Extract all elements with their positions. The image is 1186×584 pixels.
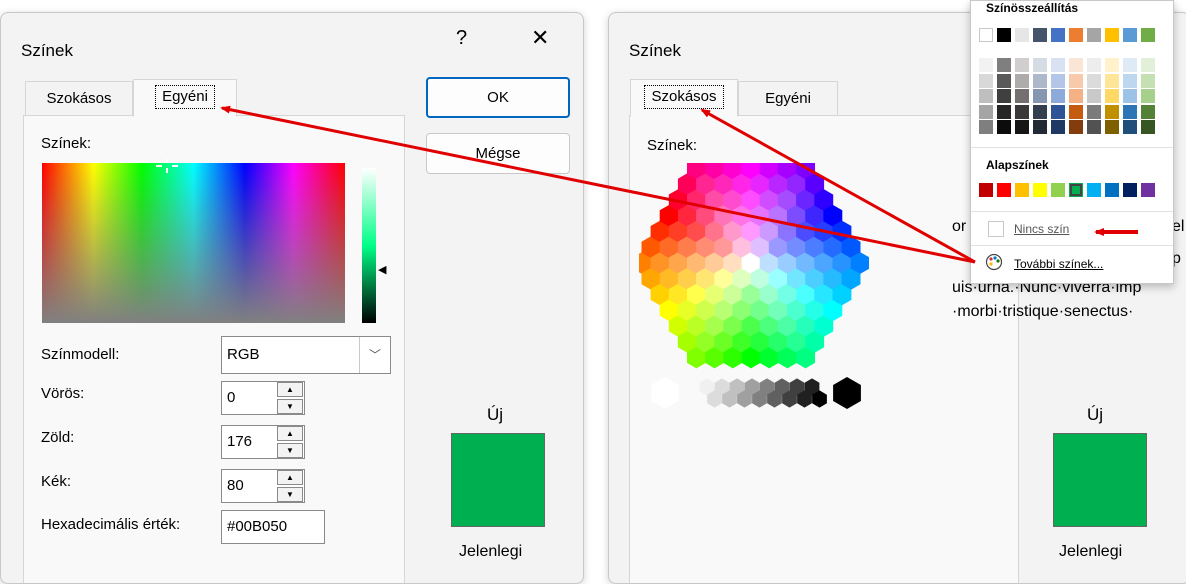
annotation-arrows <box>220 105 1138 264</box>
annotation-arrow <box>700 108 976 264</box>
annotation-arrow <box>220 105 976 264</box>
